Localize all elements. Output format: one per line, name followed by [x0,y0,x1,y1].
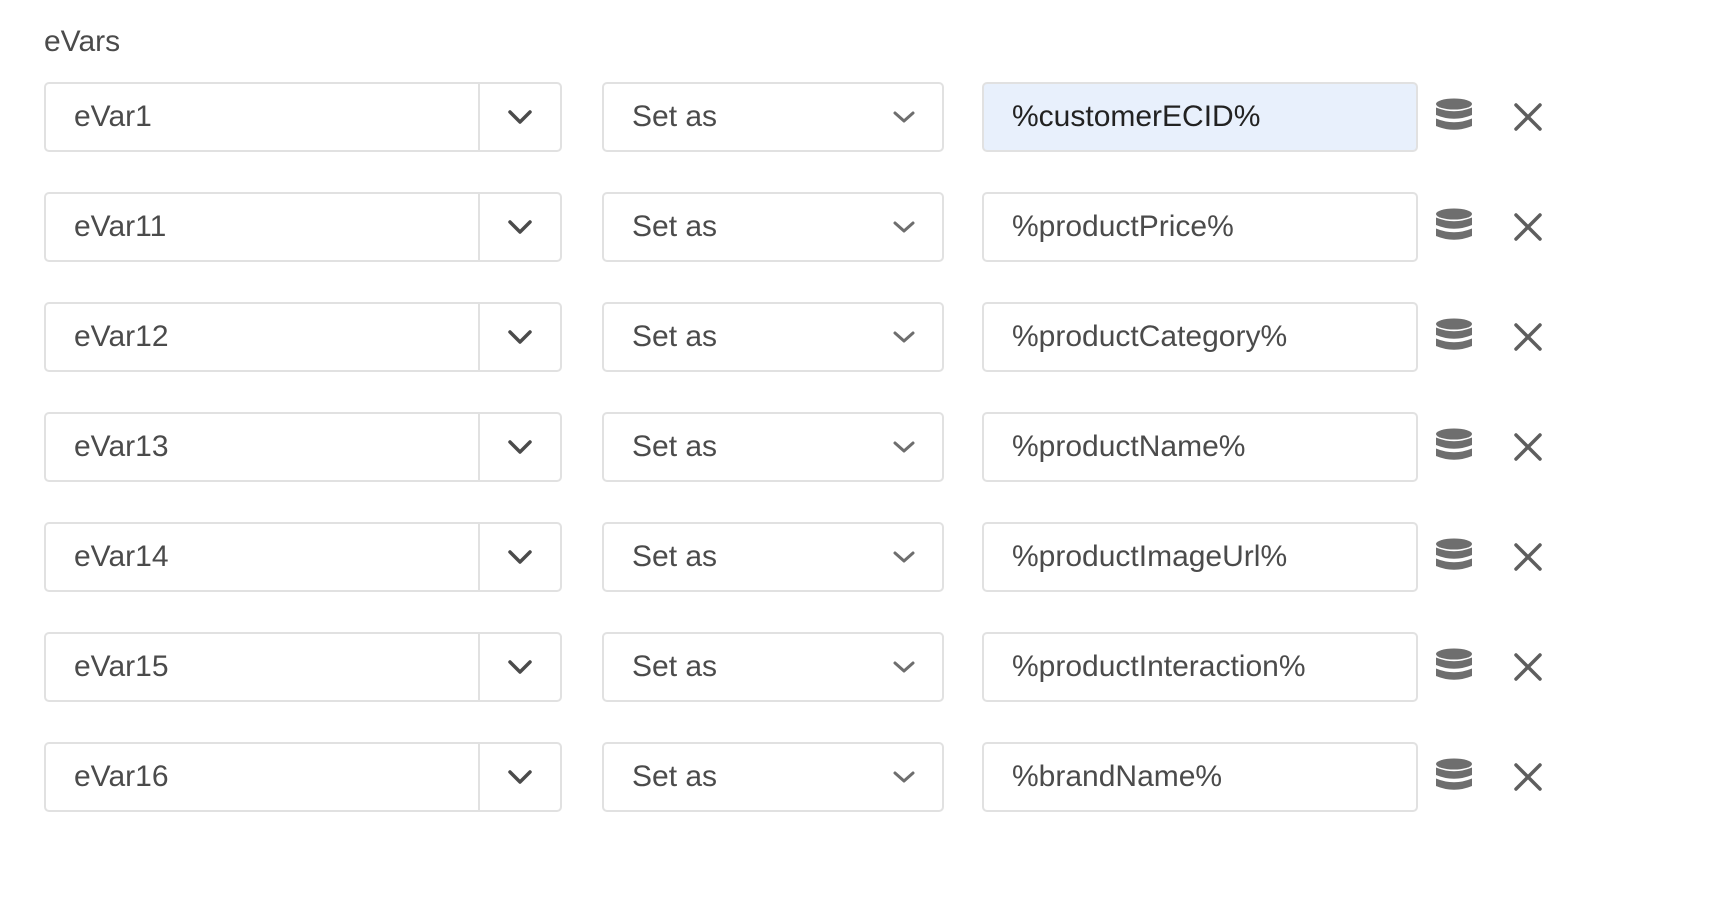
evar-combobox[interactable]: eVar13 [44,412,562,482]
chevron-down-icon [893,661,915,673]
evar-row: eVar12 Set as %productCategory% [44,302,1564,376]
evar-combobox-toggle[interactable] [480,634,560,700]
evar-combobox[interactable]: eVar15 [44,632,562,702]
value-input[interactable]: %productName% [982,412,1418,482]
action-picker[interactable]: Set as [602,82,944,152]
action-picker[interactable]: Set as [602,412,944,482]
evar-combobox-input[interactable]: eVar15 [46,634,480,700]
evar-row: eVar16 Set as %brandName% [44,742,1564,816]
data-element-button[interactable] [1434,207,1474,247]
database-icon [1436,538,1472,570]
chevron-down-icon [508,220,532,234]
remove-row-button[interactable] [1510,649,1546,685]
value-input[interactable]: %productPrice% [982,192,1418,262]
action-picker[interactable]: Set as [602,742,944,812]
value-input[interactable]: %productCategory% [982,302,1418,372]
data-element-button[interactable] [1434,647,1474,687]
close-icon [1514,543,1542,571]
remove-row-button[interactable] [1510,99,1546,135]
remove-row-button[interactable] [1510,429,1546,465]
value-input[interactable]: %brandName% [982,742,1418,812]
action-picker-label: Set as [632,210,718,243]
data-element-button[interactable] [1434,757,1474,797]
evar-combobox-input[interactable]: eVar16 [46,744,480,810]
evars-panel: eVars eVar1 Set as %customerECID% eVar11… [0,0,1716,912]
action-picker-label: Set as [632,650,718,683]
database-icon [1436,428,1472,460]
close-icon [1514,103,1542,131]
value-input[interactable]: %customerECID% [982,82,1418,152]
evar-rows: eVar1 Set as %customerECID% eVar11 Set a… [44,82,1564,852]
database-icon [1436,98,1472,130]
remove-row-button[interactable] [1510,319,1546,355]
value-input[interactable]: %productInteraction% [982,632,1418,702]
evar-row: eVar13 Set as %productName% [44,412,1564,486]
evar-row: eVar15 Set as %productInteraction% [44,632,1564,706]
evar-combobox-toggle[interactable] [480,304,560,370]
chevron-down-icon [893,221,915,233]
action-picker-label: Set as [632,760,718,793]
action-picker-label: Set as [632,430,718,463]
data-element-button[interactable] [1434,537,1474,577]
evar-row: eVar1 Set as %customerECID% [44,82,1564,156]
action-picker[interactable]: Set as [602,632,944,702]
chevron-down-icon [893,771,915,783]
remove-row-button[interactable] [1510,209,1546,245]
action-picker[interactable]: Set as [602,522,944,592]
evar-combobox[interactable]: eVar16 [44,742,562,812]
evar-combobox-input[interactable]: eVar14 [46,524,480,590]
chevron-down-icon [893,111,915,123]
database-icon [1436,318,1472,350]
close-icon [1514,653,1542,681]
data-element-button[interactable] [1434,427,1474,467]
chevron-down-icon [508,110,532,124]
remove-row-button[interactable] [1510,759,1546,795]
action-picker[interactable]: Set as [602,302,944,372]
section-title: eVars [44,25,121,58]
evar-combobox-toggle[interactable] [480,414,560,480]
evar-combobox-input[interactable]: eVar12 [46,304,480,370]
evar-combobox-input[interactable]: eVar1 [46,84,480,150]
chevron-down-icon [893,551,915,563]
value-input[interactable]: %productImageUrl% [982,522,1418,592]
action-picker-label: Set as [632,540,718,573]
remove-row-button[interactable] [1510,539,1546,575]
database-icon [1436,758,1472,790]
evar-combobox[interactable]: eVar14 [44,522,562,592]
evar-combobox-toggle[interactable] [480,194,560,260]
evar-combobox-toggle[interactable] [480,524,560,590]
close-icon [1514,763,1542,791]
chevron-down-icon [508,770,532,784]
action-picker-label: Set as [632,320,718,353]
data-element-button[interactable] [1434,97,1474,137]
close-icon [1514,213,1542,241]
evar-combobox[interactable]: eVar12 [44,302,562,372]
chevron-down-icon [508,660,532,674]
chevron-down-icon [508,440,532,454]
close-icon [1514,433,1542,461]
data-element-button[interactable] [1434,317,1474,357]
chevron-down-icon [508,550,532,564]
action-picker[interactable]: Set as [602,192,944,262]
database-icon [1436,208,1472,240]
evar-combobox-toggle[interactable] [480,84,560,150]
chevron-down-icon [508,330,532,344]
evar-combobox[interactable]: eVar1 [44,82,562,152]
evar-combobox[interactable]: eVar11 [44,192,562,262]
action-picker-label: Set as [632,100,718,133]
evar-combobox-input[interactable]: eVar11 [46,194,480,260]
evar-combobox-toggle[interactable] [480,744,560,810]
chevron-down-icon [893,441,915,453]
evar-row: eVar14 Set as %productImageUrl% [44,522,1564,596]
chevron-down-icon [893,331,915,343]
database-icon [1436,648,1472,680]
evar-combobox-input[interactable]: eVar13 [46,414,480,480]
close-icon [1514,323,1542,351]
evar-row: eVar11 Set as %productPrice% [44,192,1564,266]
